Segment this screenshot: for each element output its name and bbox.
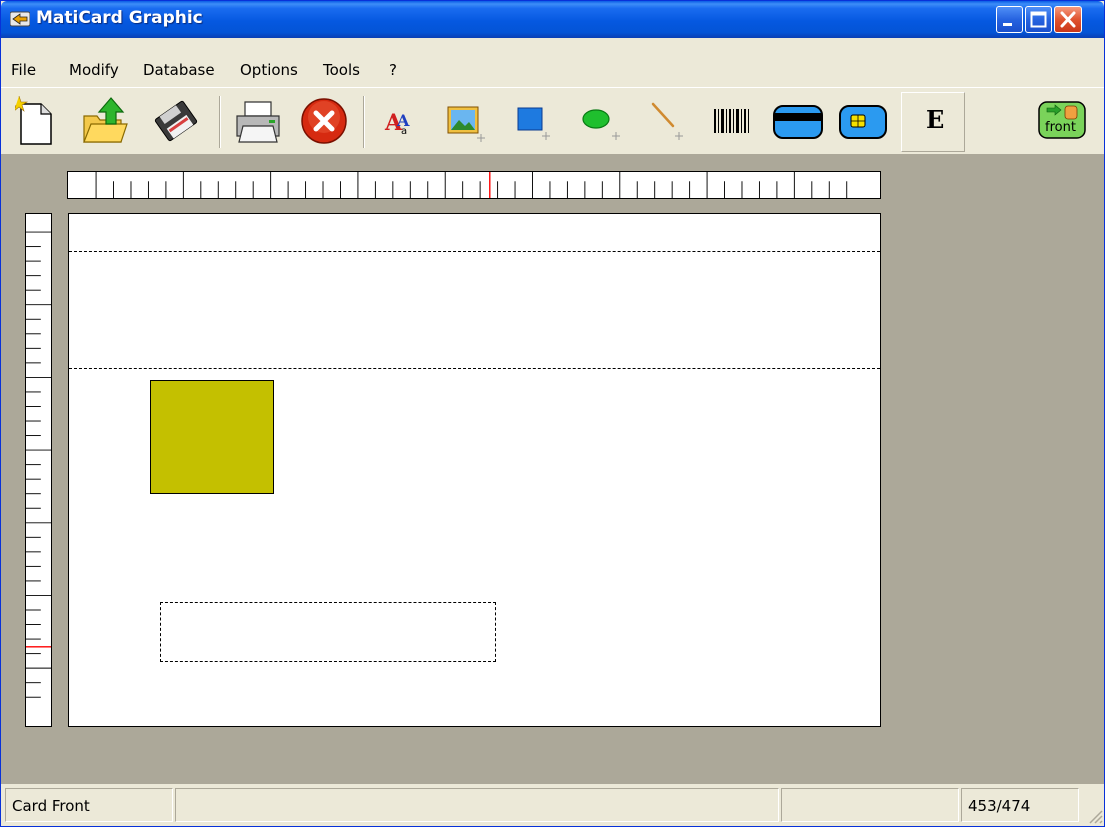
status-bar: Card Front 453/474 — [1, 784, 1104, 826]
window-title: MatiCard Graphic — [36, 8, 203, 28]
add-rectangle-icon[interactable] — [513, 96, 557, 146]
text-tool-icon: A A a — [384, 110, 410, 137]
guide-line — [69, 251, 880, 252]
rectangle-object[interactable] — [150, 380, 274, 494]
maximize-icon — [1030, 11, 1047, 28]
add-barcode-icon[interactable] — [709, 96, 755, 146]
menu-options[interactable]: Options — [240, 61, 298, 79]
status-panel-side: Card Front — [5, 788, 173, 822]
add-image-icon[interactable] — [445, 96, 489, 146]
design-workspace[interactable] — [1, 155, 1104, 784]
card-canvas[interactable] — [68, 213, 881, 727]
minimize-icon — [1003, 23, 1012, 26]
text-field-placeholder[interactable] — [160, 602, 496, 662]
menu-bar: File Modify Database Options Tools ? — [1, 58, 1104, 86]
encode-label: E — [926, 105, 945, 134]
toolbar-separator — [363, 96, 365, 148]
toolbar: A A a E front — [1, 87, 1104, 155]
save-disk-icon[interactable] — [151, 96, 201, 146]
card-side-label: front — [1045, 120, 1076, 135]
close-icon — [1060, 11, 1076, 28]
menu-tools[interactable]: Tools — [323, 61, 360, 79]
add-text-button[interactable]: A A a — [383, 96, 417, 146]
toolbar-separator — [219, 96, 221, 148]
status-panel-2 — [175, 788, 779, 822]
svg-text:a: a — [401, 126, 407, 137]
menu-help[interactable]: ? — [389, 61, 397, 79]
app-icon — [10, 11, 30, 27]
card-side-button[interactable]: front — [1037, 96, 1089, 146]
status-panel-position: 453/474 — [961, 788, 1079, 822]
magstripe-card-icon[interactable] — [771, 96, 825, 146]
app-window: MatiCard Graphic File Modify Database Op… — [0, 0, 1105, 827]
horizontal-ruler[interactable] — [67, 171, 881, 199]
minimize-button[interactable] — [996, 6, 1023, 33]
vertical-ruler[interactable] — [25, 213, 52, 727]
new-document-icon[interactable] — [15, 96, 55, 146]
encode-button[interactable]: E — [901, 92, 965, 152]
chip-card-icon[interactable] — [837, 96, 889, 146]
close-button[interactable] — [1054, 6, 1082, 33]
menu-file[interactable]: File — [11, 61, 36, 79]
resize-grip-icon[interactable] — [1085, 806, 1103, 824]
menu-modify[interactable]: Modify — [69, 61, 119, 79]
delete-icon[interactable] — [299, 96, 349, 146]
title-bar[interactable]: MatiCard Graphic — [1, 1, 1104, 38]
open-folder-icon[interactable] — [81, 96, 129, 146]
add-line-icon[interactable] — [645, 96, 691, 146]
print-icon[interactable] — [231, 96, 285, 146]
maximize-button[interactable] — [1025, 6, 1052, 33]
status-panel-3 — [781, 788, 959, 822]
menu-database[interactable]: Database — [143, 61, 215, 79]
add-ellipse-icon[interactable] — [579, 96, 627, 146]
guide-line — [69, 368, 880, 369]
